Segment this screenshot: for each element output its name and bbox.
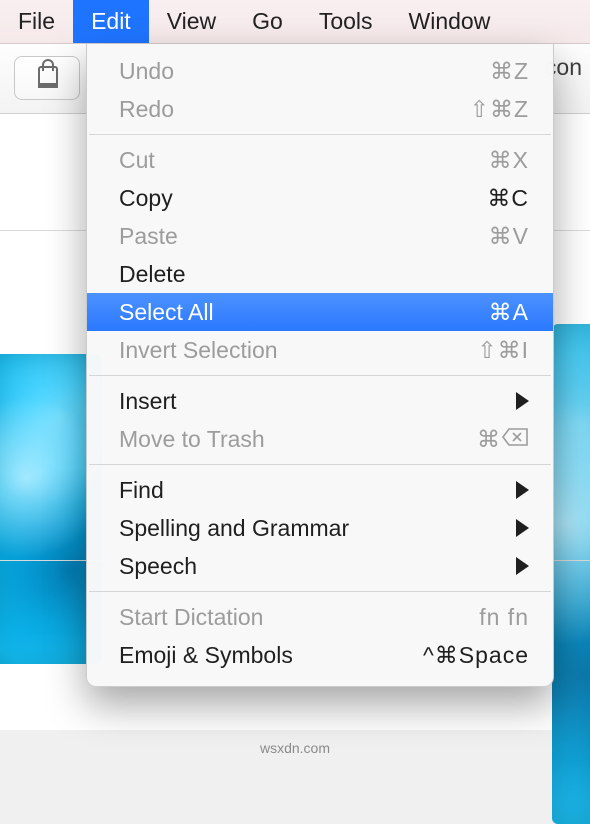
delete-key-icon <box>501 427 529 447</box>
menu-item-select-all[interactable]: Select All⌘A <box>87 293 553 331</box>
menu-item-label: Start Dictation <box>119 604 479 631</box>
menu-item-cut: Cut⌘X <box>87 141 553 179</box>
menubar-item-tools[interactable]: Tools <box>301 0 391 43</box>
menu-separator <box>89 134 551 135</box>
menu-item-move-to-trash: Move to Trash⌘ <box>87 420 553 458</box>
menu-item-shortcut: ⇧⌘I <box>477 337 529 364</box>
menu-item-speech[interactable]: Speech <box>87 547 553 585</box>
menu-separator <box>89 464 551 465</box>
menubar-item-label: Window <box>409 8 491 35</box>
menubar-item-edit[interactable]: Edit <box>73 0 149 43</box>
menu-item-label: Paste <box>119 223 489 250</box>
menu-item-shortcut: ⌘A <box>489 299 529 326</box>
menu-item-label: Undo <box>119 58 490 85</box>
menu-item-label: Copy <box>119 185 487 212</box>
menu-item-label: Invert Selection <box>119 337 477 364</box>
menubar-item-label: Tools <box>319 8 373 35</box>
menu-item-label: Insert <box>119 388 516 415</box>
menu-item-shortcut: fn fn <box>479 604 529 631</box>
menu-item-label: Find <box>119 477 516 504</box>
menu-item-label: Move to Trash <box>119 426 477 453</box>
menu-item-label: Select All <box>119 299 489 326</box>
menubar-item-file[interactable]: File <box>0 0 73 43</box>
menu-separator <box>89 375 551 376</box>
menubar-item-label: View <box>167 8 216 35</box>
menu-item-invert-selection: Invert Selection⇧⌘I <box>87 331 553 369</box>
submenu-arrow-icon <box>516 392 529 410</box>
menu-item-shortcut: ⌘ <box>477 426 529 453</box>
menu-item-emoji-symbols[interactable]: Emoji & Symbols^⌘Space <box>87 636 553 674</box>
menu-item-label: Delete <box>119 261 529 288</box>
menu-item-redo: Redo⇧⌘Z <box>87 90 553 128</box>
menu-item-shortcut: ⌘Z <box>490 58 529 85</box>
menubar-item-label: Edit <box>91 8 131 35</box>
menubar-item-label: File <box>18 8 55 35</box>
menu-item-shortcut: ⇧⌘Z <box>470 96 529 123</box>
menu-item-undo: Undo⌘Z <box>87 52 553 90</box>
menu-item-spelling-grammar[interactable]: Spelling and Grammar <box>87 509 553 547</box>
menu-item-insert[interactable]: Insert <box>87 382 553 420</box>
menu-item-find[interactable]: Find <box>87 471 553 509</box>
watermark-text: wsxdn.com <box>0 740 590 756</box>
menubar-item-label: Go <box>252 8 283 35</box>
menubar-item-window[interactable]: Window <box>391 0 509 43</box>
menu-item-start-dictation: Start Dictationfn fn <box>87 598 553 636</box>
menu-item-shortcut: ⌘X <box>489 147 529 174</box>
share-icon <box>38 66 58 88</box>
menubar-item-view[interactable]: View <box>149 0 234 43</box>
submenu-arrow-icon <box>516 481 529 499</box>
submenu-arrow-icon <box>516 519 529 537</box>
menubar-item-go[interactable]: Go <box>234 0 301 43</box>
edit-menu-dropdown: Undo⌘ZRedo⇧⌘ZCut⌘XCopy⌘CPaste⌘VDeleteSel… <box>86 44 554 687</box>
menu-separator <box>89 591 551 592</box>
menu-item-shortcut: ⌘V <box>489 223 529 250</box>
menu-item-label: Speech <box>119 553 516 580</box>
menu-item-copy[interactable]: Copy⌘C <box>87 179 553 217</box>
menu-item-label: Redo <box>119 96 470 123</box>
menu-item-label: Cut <box>119 147 489 174</box>
submenu-arrow-icon <box>516 557 529 575</box>
menu-item-shortcut: ⌘C <box>487 185 529 212</box>
menu-item-shortcut: ^⌘Space <box>423 642 529 669</box>
menu-item-label: Emoji & Symbols <box>119 642 423 669</box>
menu-item-label: Spelling and Grammar <box>119 515 516 542</box>
menu-item-paste: Paste⌘V <box>87 217 553 255</box>
menubar: File Edit View Go Tools Window <box>0 0 590 44</box>
menu-item-delete[interactable]: Delete <box>87 255 553 293</box>
